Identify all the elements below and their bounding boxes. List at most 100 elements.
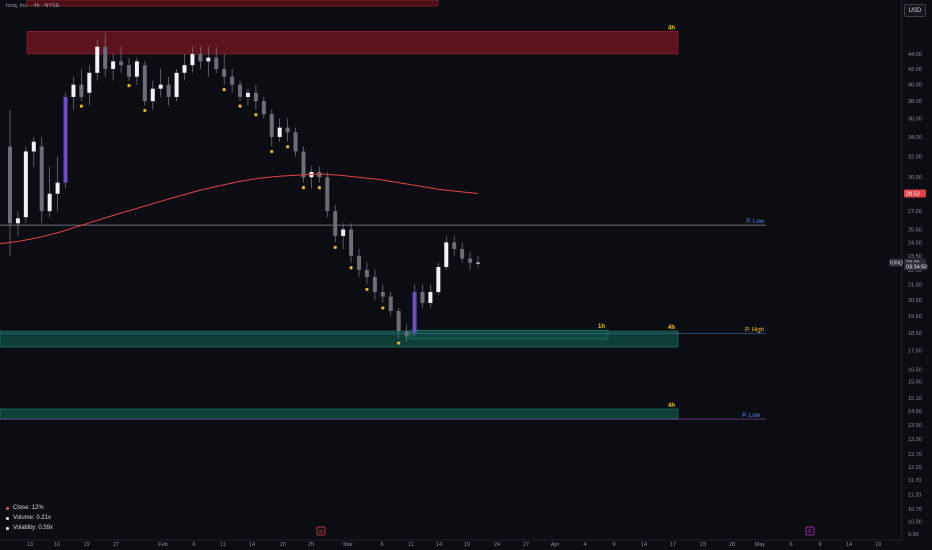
signal-dot	[317, 186, 321, 190]
candle-body	[79, 84, 84, 97]
candle-body	[444, 242, 449, 267]
candle-body	[126, 65, 131, 77]
legend-label: Volatility: 0.59x	[13, 525, 54, 531]
x-tick-label: 4	[583, 542, 586, 548]
legend-dot-icon	[6, 506, 9, 510]
legend-label: Volume: 0.21x	[13, 515, 52, 521]
x-tick-label: Apr	[551, 542, 560, 548]
candle-body	[341, 229, 346, 236]
x-tick-label: 27	[113, 542, 119, 548]
candle-body	[253, 92, 258, 102]
signal-dot	[79, 104, 83, 108]
signal-dot	[365, 287, 369, 292]
candle-body	[436, 266, 441, 293]
zone-box	[26, 31, 679, 55]
candle-body	[206, 57, 211, 62]
candle-body	[182, 65, 187, 73]
x-tick-label: May	[755, 542, 766, 548]
candle-body	[166, 84, 171, 97]
candle-body	[277, 127, 282, 137]
zone-box	[409, 329, 609, 340]
y-tick-label: 27.00	[908, 209, 922, 215]
x-tick-label: 14	[436, 542, 442, 548]
y-tick-label: 38.00	[908, 99, 922, 105]
legend-item-volatility: Volatility: 0.59x	[6, 523, 53, 533]
signal-dot	[270, 149, 274, 154]
signal-dot	[286, 145, 290, 149]
x-tick-label: Feb	[158, 542, 167, 548]
legend-item-volume: Volume: 0.21x	[6, 513, 53, 523]
event-marker-glyph: E	[808, 529, 812, 535]
x-tick-label: 14	[249, 542, 255, 548]
candle-body	[333, 211, 338, 236]
x-tick-label: 24	[494, 542, 500, 548]
x-tick-label: 14	[846, 542, 852, 548]
signal-dot	[143, 108, 147, 113]
candle-body	[47, 193, 52, 212]
x-tick-label: 17	[670, 542, 676, 548]
signal-dot	[301, 186, 306, 190]
zone-box	[0, 408, 679, 420]
y-tick-label: 34.00	[908, 135, 922, 141]
y-tick-label: 30.00	[908, 175, 922, 181]
candle-body	[269, 114, 274, 137]
candle-body	[150, 88, 155, 102]
price-chart[interactable]: 4h 4h 1h 4h P. Low P. High P. Low 44.00 42.00 40.…	[0, 0, 932, 550]
y-tick-label: 13.90	[908, 423, 922, 429]
x-tick-label: 20	[280, 542, 286, 548]
candle-body	[293, 132, 298, 152]
price-label: 28.52	[906, 192, 920, 198]
y-tick-label: 15.10	[908, 396, 922, 402]
candle-body	[55, 182, 60, 194]
y-tick-label: 10.30	[908, 519, 922, 525]
signal-dot	[254, 113, 258, 117]
indicator-legend: Close: 12% Volume: 0.21x Volatility: 0.5…	[6, 503, 53, 533]
legend-dot-icon	[6, 526, 9, 530]
candle-body	[8, 146, 12, 224]
y-tick-label: 40.00	[908, 83, 922, 89]
x-tick-label: 19	[464, 542, 470, 548]
candle-body	[285, 127, 290, 133]
zone-timeframe-label: 1h	[598, 324, 605, 330]
zone-timeframe-label: 4h	[668, 325, 675, 331]
candle-body	[261, 101, 266, 115]
y-tick-label: 44.00	[908, 52, 922, 58]
candle-body	[222, 68, 227, 77]
signal-dot	[222, 88, 226, 92]
legend-dot-icon	[6, 516, 9, 520]
y-tick-label: 11.70	[908, 478, 921, 484]
x-tick-label: 6	[380, 542, 383, 548]
signal-dot	[127, 84, 131, 88]
symbol-tag: IONQ	[890, 261, 903, 267]
signal-dot	[333, 245, 337, 250]
candle-body	[31, 141, 36, 152]
candle-body	[372, 277, 377, 293]
y-tick-label: 9.90	[908, 532, 919, 538]
candle-body	[245, 92, 250, 97]
candle-body	[238, 84, 243, 97]
x-tick-label: 16	[54, 542, 60, 548]
x-tick-label: 28	[729, 542, 735, 548]
y-tick-label: 36.00	[908, 117, 922, 123]
candle-body	[103, 46, 108, 69]
y-tick-label: 21.50	[908, 282, 922, 288]
candle-body	[357, 255, 362, 270]
x-tick-label: 22	[84, 542, 90, 548]
y-tick-label: 17.50	[908, 349, 922, 355]
candle-body	[412, 292, 417, 333]
candle-body	[95, 46, 100, 73]
y-tick-label: 25.50	[908, 228, 922, 234]
signal-dot	[381, 306, 385, 310]
candle-body	[119, 61, 124, 66]
x-tick-label: 25	[308, 542, 314, 548]
y-tick-label: 16.50	[908, 368, 922, 374]
candle-body	[134, 61, 139, 77]
x-tick-label: Mar	[343, 542, 353, 548]
x-tick-label: 27	[523, 542, 529, 548]
x-tick-label: 19	[875, 542, 881, 548]
currency-badge[interactable]: USD	[904, 4, 926, 17]
x-tick-label: 23	[700, 542, 706, 548]
candle-body	[428, 292, 433, 303]
chart-title: Ionq, Inc. · 4h · NYSE	[6, 3, 60, 9]
x-tick-label: 6	[789, 542, 792, 548]
